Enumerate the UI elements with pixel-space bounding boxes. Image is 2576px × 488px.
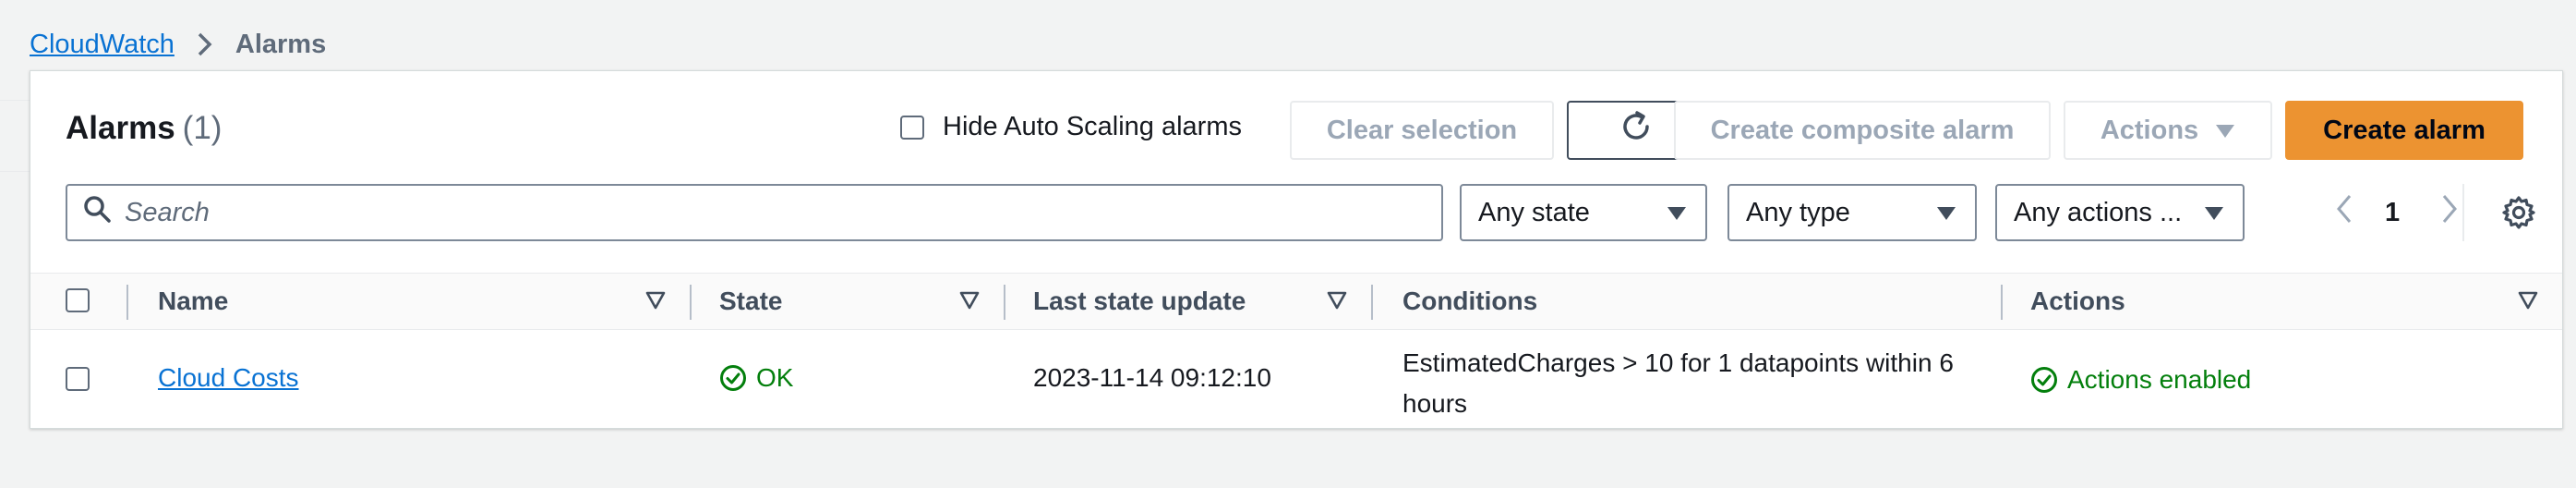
- column-resizer[interactable]: [1371, 285, 1373, 320]
- create-composite-alarm-button[interactable]: Create composite alarm: [1674, 101, 2051, 160]
- previous-page-icon[interactable]: [2335, 193, 2353, 232]
- column-resizer[interactable]: [1004, 285, 1005, 320]
- last-state-update-cell: 2023-11-14 09:12:10: [1033, 363, 1271, 393]
- alarm-state-cell: OK: [719, 363, 793, 393]
- sort-icon[interactable]: [645, 290, 666, 315]
- row-select-checkbox[interactable]: [66, 367, 90, 391]
- column-header-name-label: Name: [158, 287, 229, 315]
- refresh-icon: [1618, 108, 1655, 152]
- create-composite-label: Create composite alarm: [1710, 115, 2015, 145]
- column-header-conditions: Conditions: [1402, 274, 1537, 329]
- last-state-update-value: 2023-11-14 09:12:10: [1033, 363, 1271, 392]
- current-page[interactable]: 1: [2385, 198, 2400, 228]
- column-header-actions[interactable]: Actions: [2030, 274, 2125, 329]
- hide-autoscaling-label: Hide Auto Scaling alarms: [943, 112, 1242, 141]
- alarms-panel: Alarms (1) Hide Auto Scaling alarms Clear…: [30, 70, 2563, 429]
- sort-icon[interactable]: [1327, 290, 1347, 315]
- settings-gear-icon[interactable]: [2501, 195, 2536, 235]
- sort-icon[interactable]: [2518, 290, 2538, 315]
- type-filter-value: Any type: [1746, 197, 1850, 227]
- caret-down-icon: [2215, 116, 2235, 146]
- select-all-checkbox[interactable]: [66, 288, 90, 312]
- column-header-conditions-label: Conditions: [1402, 287, 1538, 315]
- column-resizer[interactable]: [690, 285, 692, 320]
- create-alarm-label: Create alarm: [2323, 115, 2486, 145]
- caret-down-icon: [1936, 198, 1956, 228]
- alarm-name-cell: Cloud Costs: [158, 363, 299, 393]
- actions-filter-select[interactable]: Any actions ...: [1995, 184, 2245, 241]
- sort-icon[interactable]: [959, 290, 980, 315]
- state-filter-select[interactable]: Any state: [1460, 184, 1707, 241]
- conditions-line-1: EstimatedCharges > 10 for 1 datapoints w…: [1402, 348, 1954, 377]
- caret-down-icon: [2204, 198, 2224, 228]
- state-filter-value: Any state: [1478, 197, 1590, 227]
- clear-selection-button[interactable]: Clear selection: [1290, 101, 1554, 160]
- breadcrumb-cloudwatch-link[interactable]: CloudWatch: [30, 30, 175, 60]
- breadcrumb-current: Alarms: [235, 29, 327, 59]
- chevron-right-icon: [189, 26, 221, 63]
- pagination: 1: [2335, 184, 2459, 241]
- breadcrumb: CloudWatch Alarms: [30, 26, 326, 63]
- type-filter-select[interactable]: Any type: [1727, 184, 1977, 241]
- alarms-count: (1): [182, 110, 223, 146]
- check-circle-icon: [2030, 366, 2058, 394]
- table-header: Name State Last state update Conditions …: [30, 273, 2562, 330]
- column-header-state[interactable]: State: [719, 274, 782, 329]
- search-icon: [82, 194, 112, 231]
- column-header-name[interactable]: Name: [158, 274, 228, 329]
- toolbar-divider: [2462, 184, 2464, 241]
- search-placeholder: Search: [125, 197, 210, 227]
- actions-button-label: Actions: [2100, 115, 2199, 145]
- column-header-last-update-label: Last state update: [1033, 287, 1246, 315]
- column-resizer[interactable]: [2001, 285, 2003, 320]
- column-header-last-state-update[interactable]: Last state update: [1033, 274, 1246, 329]
- column-header-actions-label: Actions: [2030, 287, 2125, 315]
- actions-filter-value: Any actions ...: [2014, 197, 2183, 227]
- create-alarm-button[interactable]: Create alarm: [2285, 101, 2523, 160]
- hide-autoscaling-toggle[interactable]: Hide Auto Scaling alarms: [900, 112, 1242, 142]
- table-row: Cloud Costs OK 2023-11-14 09:12:10 Estim…: [30, 330, 2562, 428]
- actions-status-value: Actions enabled: [2067, 365, 2252, 394]
- check-circle-icon: [719, 364, 747, 392]
- caret-down-icon: [1667, 198, 1687, 228]
- page-edge-divider: [0, 100, 30, 172]
- conditions-line-2: hours: [1402, 389, 1468, 418]
- search-input[interactable]: Search: [66, 184, 1443, 241]
- alarm-state-value: OK: [756, 363, 794, 392]
- actions-dropdown-button[interactable]: Actions: [2064, 101, 2272, 160]
- next-page-icon[interactable]: [2440, 193, 2459, 232]
- column-header-state-label: State: [719, 287, 783, 315]
- column-resizer[interactable]: [126, 285, 128, 320]
- alarms-title: Alarms: [66, 110, 175, 146]
- alarm-name-link[interactable]: Cloud Costs: [158, 363, 299, 393]
- clear-selection-label: Clear selection: [1326, 115, 1518, 145]
- page-title: Alarms (1): [66, 110, 222, 147]
- hide-autoscaling-checkbox[interactable]: [900, 115, 924, 140]
- conditions-cell: EstimatedCharges > 10 for 1 datapoints w…: [1402, 343, 1954, 424]
- actions-status-cell: Actions enabled: [2030, 365, 2251, 395]
